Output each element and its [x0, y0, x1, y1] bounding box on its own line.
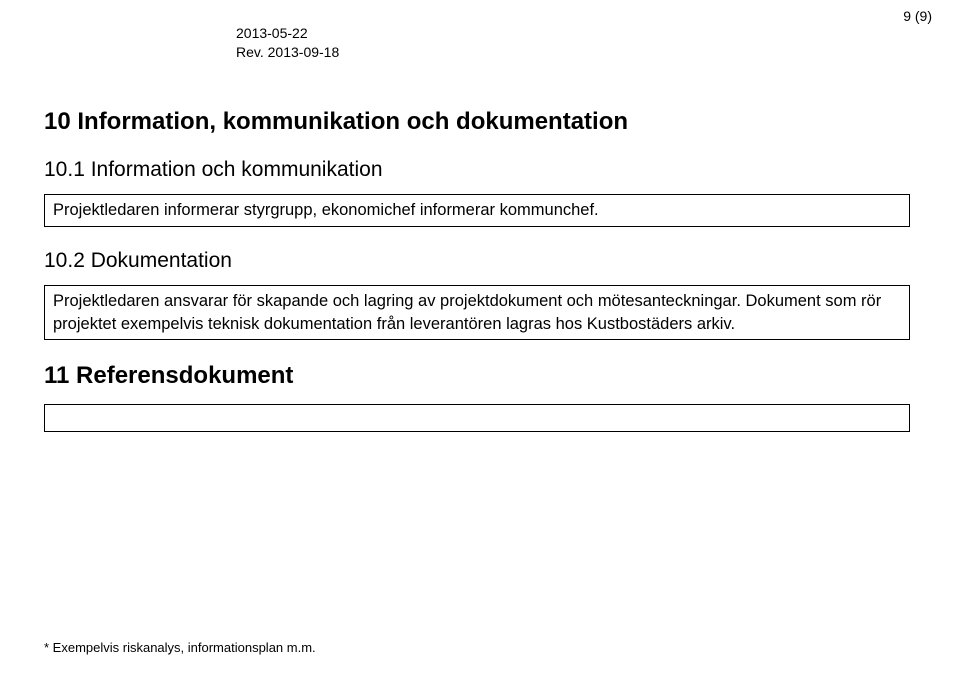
footnote: * Exempelvis riskanalys, informationspla… [44, 640, 316, 655]
section-11-box [44, 404, 910, 432]
section-10-1-heading: 10.1 Information och kommunikation [44, 158, 912, 182]
header-date-revised: Rev. 2013-09-18 [236, 43, 339, 62]
section-10-2-box: Projektledaren ansvarar för skapande och… [44, 285, 910, 341]
section-10-heading: 10 Information, kommunikation och dokume… [44, 108, 912, 136]
header-rev-date: 2013-09-18 [268, 44, 340, 60]
header-dates: 2013-05-22 Rev. 2013-09-18 [236, 24, 339, 62]
page-number: 9 (9) [903, 8, 932, 24]
section-10-1-box: Projektledaren informerar styrgrupp, eko… [44, 194, 910, 227]
section-10-2-heading: 10.2 Dokumentation [44, 249, 912, 273]
section-11-heading: 11 Referensdokument [44, 362, 912, 390]
header-date-created: 2013-05-22 [236, 24, 339, 43]
document-page: 2013-05-22 Rev. 2013-09-18 9 (9) 10 Info… [0, 0, 960, 681]
document-body: 10 Information, kommunikation och dokume… [44, 108, 912, 454]
header-rev-prefix: Rev. [236, 44, 268, 60]
